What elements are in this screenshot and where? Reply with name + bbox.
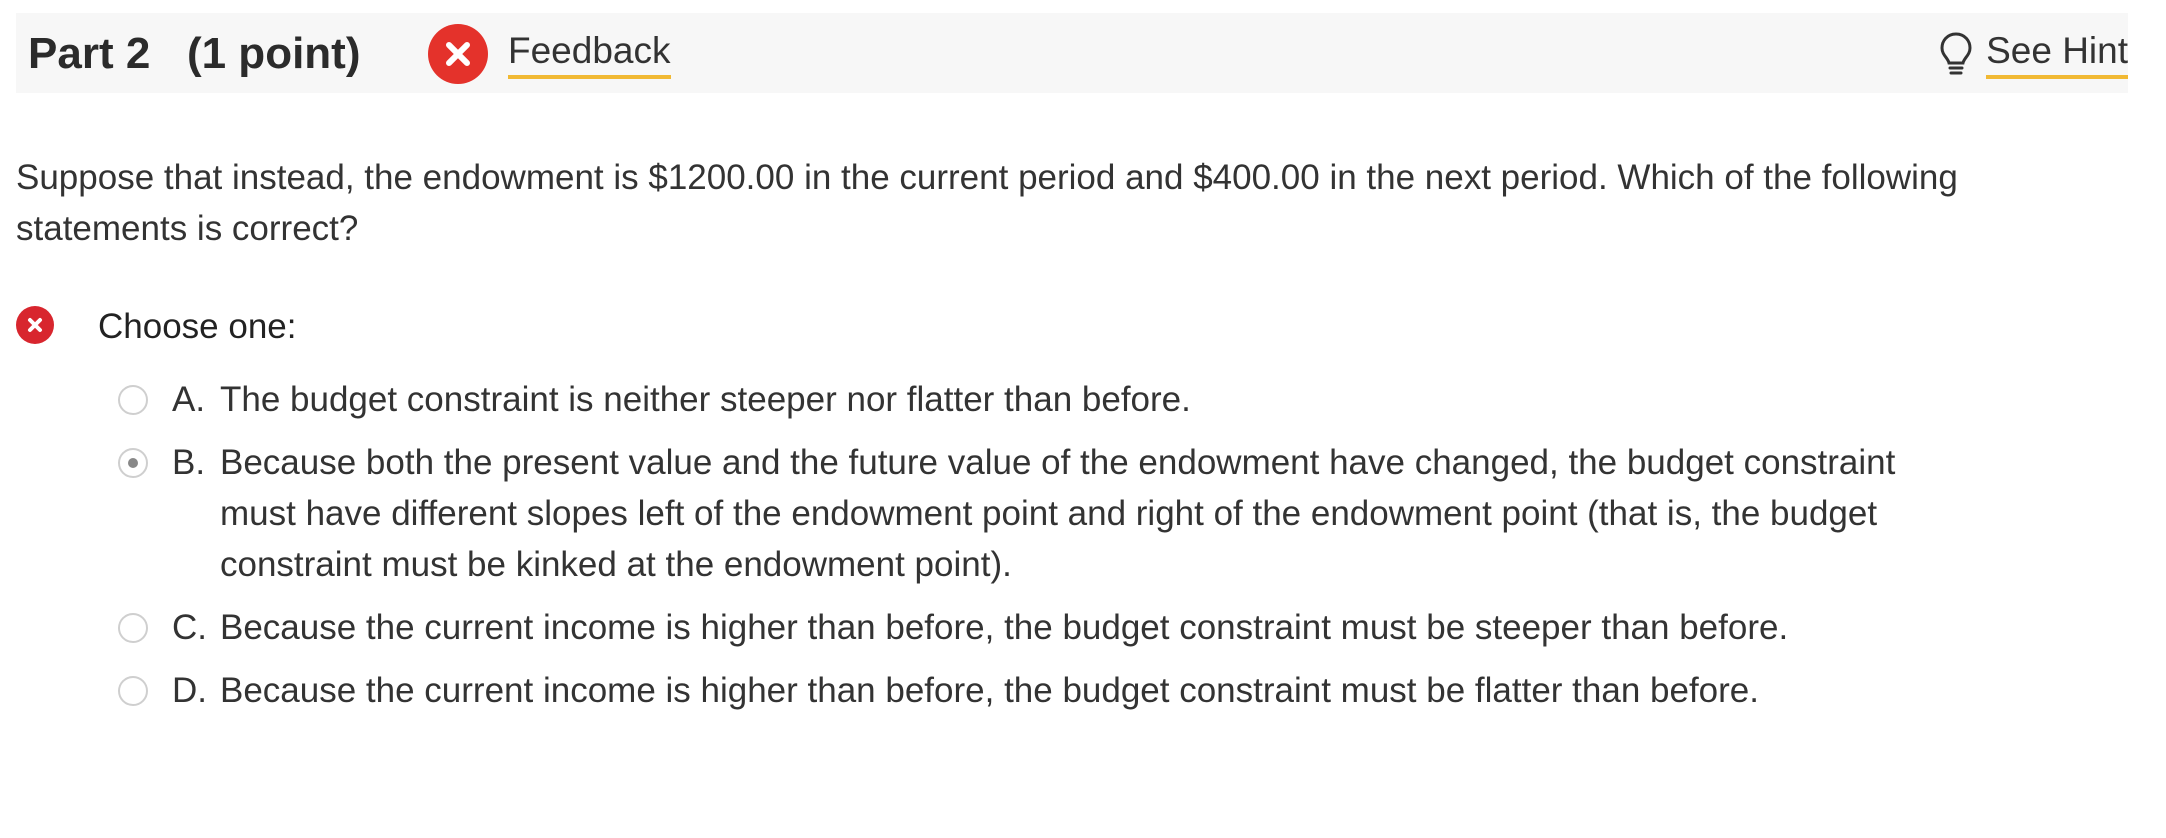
option-c-radio[interactable] xyxy=(118,613,148,643)
see-hint-link[interactable]: See Hint xyxy=(1986,29,2128,79)
option-b[interactable]: B. Because both the present value and th… xyxy=(118,437,1898,590)
option-d-radio[interactable] xyxy=(118,676,148,706)
option-a-radio[interactable] xyxy=(118,385,148,415)
question-text: Suppose that instead, the endowment is $… xyxy=(16,158,1958,248)
see-hint-button[interactable]: See Hint xyxy=(1938,24,2128,84)
feedback-button[interactable]: Feedback xyxy=(428,22,671,86)
answer-options: A. The budget constraint is neither stee… xyxy=(118,374,1898,728)
option-letter: C. xyxy=(172,608,207,647)
option-text: The budget constraint is neither steeper… xyxy=(220,380,1191,419)
choose-one-label: Choose one: xyxy=(98,307,297,346)
option-b-radio[interactable] xyxy=(118,448,148,478)
option-d[interactable]: D. Because the current income is higher … xyxy=(118,665,1898,716)
feedback-link[interactable]: Feedback xyxy=(508,29,671,79)
x-circle-icon xyxy=(428,24,488,84)
answer-incorrect-icon xyxy=(16,306,54,344)
option-text: Because the current income is higher tha… xyxy=(220,608,1789,647)
option-letter: B. xyxy=(172,443,206,482)
option-a[interactable]: A. The budget constraint is neither stee… xyxy=(118,374,1898,425)
lightbulb-icon xyxy=(1940,32,1972,75)
option-c[interactable]: C. Because the current income is higher … xyxy=(118,602,1898,653)
option-letter: A. xyxy=(172,380,206,419)
part-title: Part 2 (1 point) xyxy=(28,29,361,78)
option-letter: D. xyxy=(172,671,207,710)
option-text: Because both the present value and the f… xyxy=(220,443,1896,584)
option-text: Because the current income is higher tha… xyxy=(220,671,1759,710)
